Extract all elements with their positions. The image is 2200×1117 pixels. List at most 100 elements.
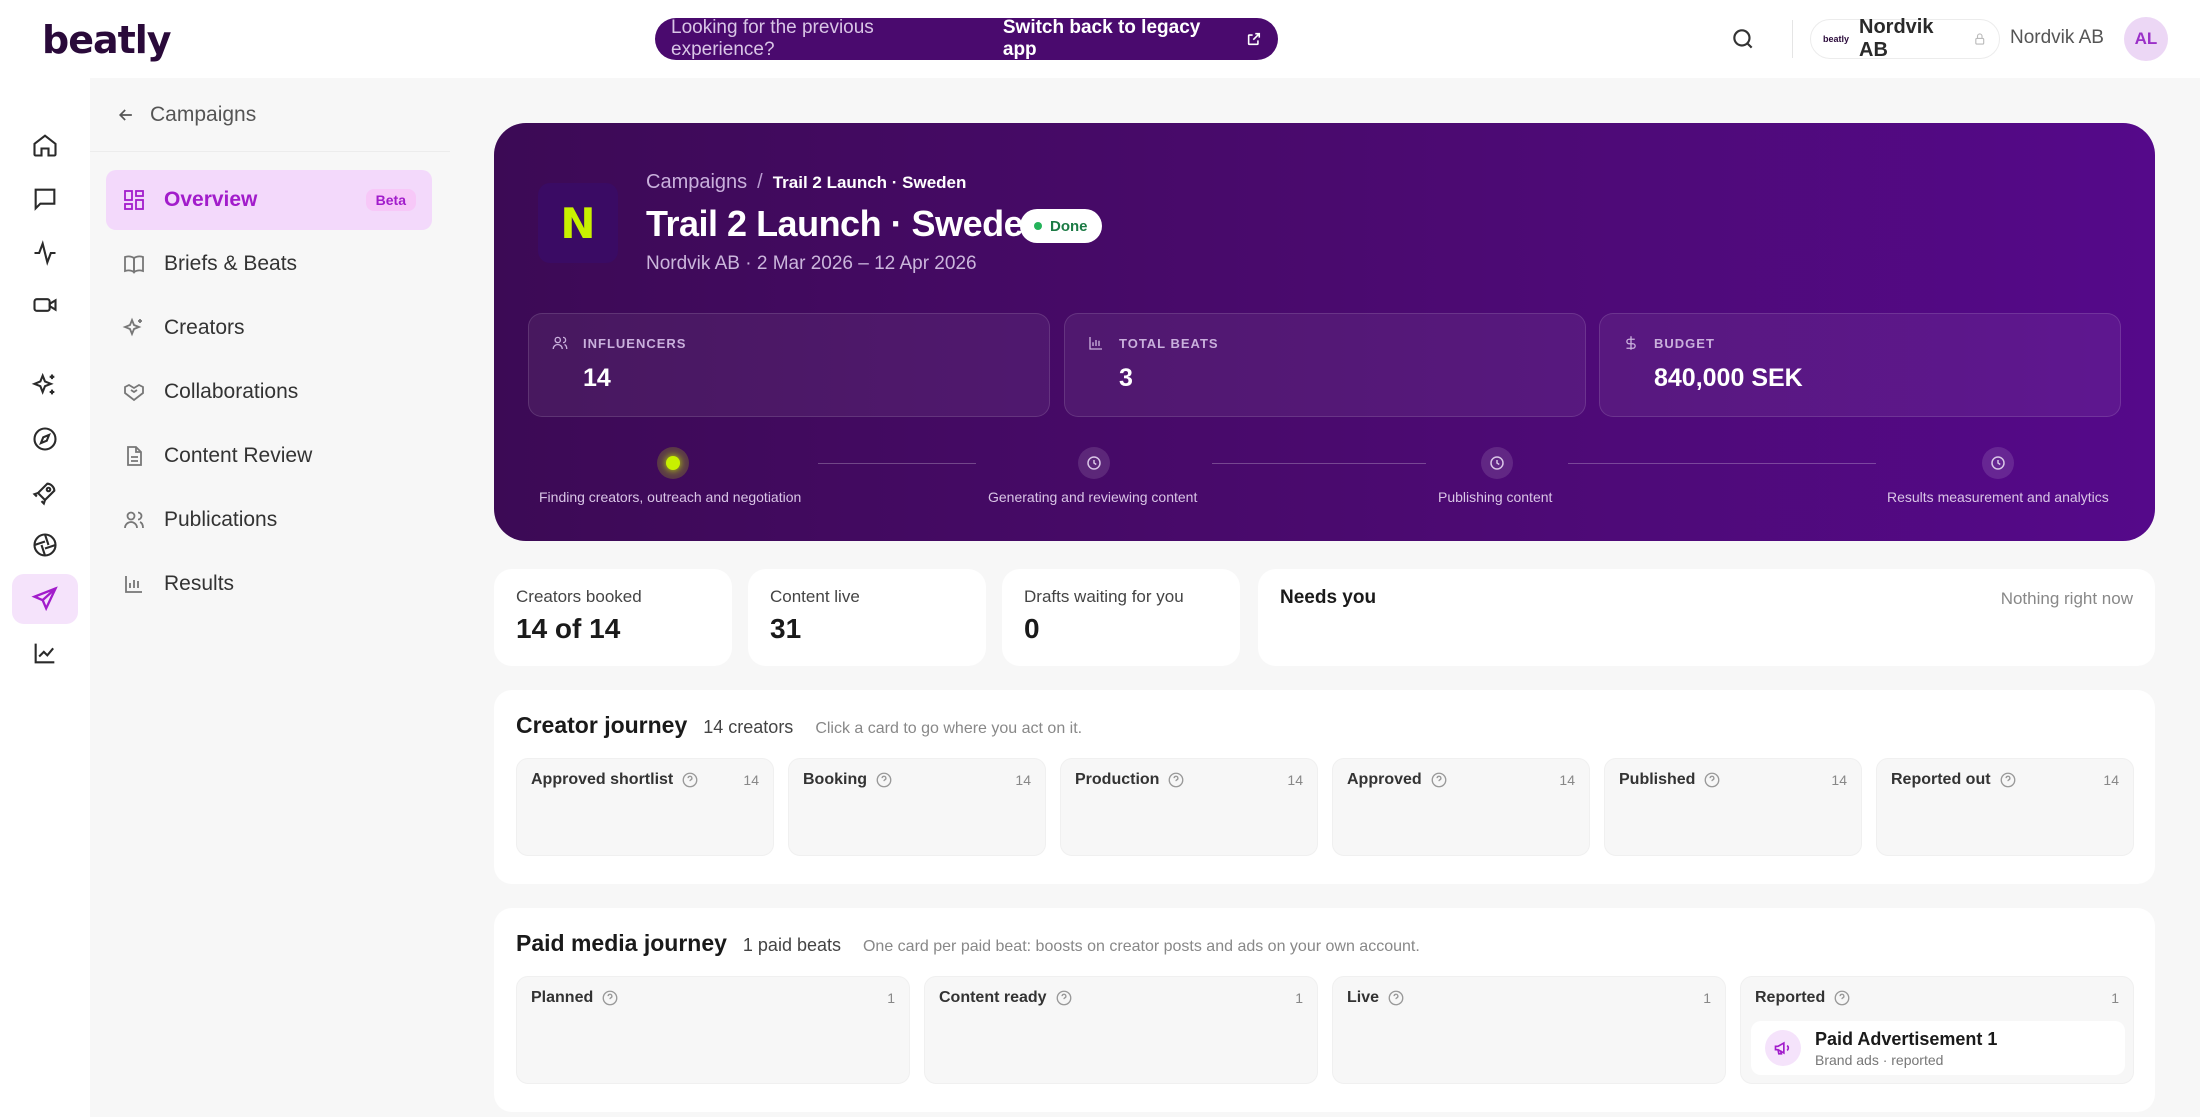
content-live-card[interactable]: Content live 31 bbox=[748, 569, 986, 666]
column-count: 14 bbox=[1559, 772, 1575, 788]
journey-column-booking[interactable]: Booking 14 bbox=[788, 758, 1046, 856]
rail-launch[interactable] bbox=[12, 468, 78, 518]
nav-creators[interactable]: Creators bbox=[106, 298, 432, 358]
rail-activity[interactable] bbox=[12, 228, 78, 278]
content-live-label: Content live bbox=[770, 587, 860, 606]
creator-journey-hint: Click a card to go where you act on it. bbox=[815, 720, 1083, 737]
rail-analytics[interactable] bbox=[12, 628, 78, 678]
breadcrumb-separator: / bbox=[757, 171, 763, 193]
nav-content-review[interactable]: Content Review bbox=[106, 426, 432, 486]
rail-ai[interactable] bbox=[12, 360, 78, 410]
journey-column-published[interactable]: Published 14 bbox=[1604, 758, 1862, 856]
nav-results[interactable]: Results bbox=[106, 554, 432, 614]
nav-collaborations[interactable]: Collaborations bbox=[106, 362, 432, 422]
help-icon[interactable] bbox=[1703, 771, 1721, 789]
step-generating-content bbox=[1078, 447, 1110, 479]
clock-icon bbox=[1991, 456, 2005, 470]
nav-creators-label: Creators bbox=[164, 316, 245, 339]
drafts-waiting-label: Drafts waiting for you bbox=[1024, 587, 1184, 606]
help-icon[interactable] bbox=[1055, 989, 1073, 1007]
campaign-meta: Nordvik AB · 2 Mar 2026 – 12 Apr 2026 bbox=[646, 253, 977, 274]
column-label: Reported bbox=[1755, 989, 1826, 1006]
org-switcher[interactable]: beatly Nordvik AB bbox=[1810, 16, 2000, 61]
clock-icon bbox=[1490, 456, 1504, 470]
send-icon bbox=[31, 586, 58, 612]
nav-publications-label: Publications bbox=[164, 508, 278, 531]
journey-column-reported-out[interactable]: Reported out 14 bbox=[1876, 758, 2134, 856]
paid-column-content-ready[interactable]: Content ready 1 bbox=[924, 976, 1318, 1084]
nav-overview[interactable]: Overview Beta bbox=[106, 170, 432, 230]
nav-publications[interactable]: Publications bbox=[106, 490, 432, 550]
icon-rail bbox=[0, 78, 90, 1117]
paid-column-live[interactable]: Live 1 bbox=[1332, 976, 1726, 1084]
column-count: 14 bbox=[1015, 772, 1031, 788]
paid-column-planned[interactable]: Planned 1 bbox=[516, 976, 910, 1084]
rail-video[interactable] bbox=[12, 280, 78, 330]
paid-beat-card[interactable]: Paid Advertisement 1 Brand ads · reporte… bbox=[1751, 1021, 2125, 1075]
users-icon bbox=[552, 336, 568, 350]
stat-total-beats-label: TOTAL BEATS bbox=[1119, 336, 1219, 351]
switch-legacy-link[interactable]: Switch back to legacy app bbox=[1003, 17, 1238, 61]
drafts-waiting-card[interactable]: Drafts waiting for you 0 bbox=[1002, 569, 1240, 666]
book-icon bbox=[124, 255, 144, 274]
nav-briefs-label: Briefs & Beats bbox=[164, 252, 298, 275]
help-icon[interactable] bbox=[1387, 989, 1405, 1007]
status-dot bbox=[1034, 222, 1042, 230]
user-avatar[interactable]: AL bbox=[2124, 17, 2168, 61]
column-header: Published 14 bbox=[1619, 771, 1847, 789]
stat-budget-value: 840,000 SEK bbox=[1654, 364, 1803, 392]
column-count: 14 bbox=[743, 772, 759, 788]
back-to-campaigns[interactable]: Campaigns bbox=[90, 78, 450, 152]
help-icon[interactable] bbox=[875, 771, 893, 789]
creators-booked-card[interactable]: Creators booked 14 of 14 bbox=[494, 569, 732, 666]
lock-icon bbox=[1975, 33, 1985, 45]
column-label: Production bbox=[1075, 771, 1160, 788]
stat-budget-label: BUDGET bbox=[1654, 336, 1715, 351]
step-label: Results measurement and analytics bbox=[1887, 489, 2109, 505]
journey-column-production[interactable]: Production 14 bbox=[1060, 758, 1318, 856]
nav-briefs-beats[interactable]: Briefs & Beats bbox=[106, 234, 432, 294]
beatly-logo[interactable]: beatly bbox=[42, 18, 172, 62]
chat-icon bbox=[34, 188, 56, 211]
journey-column-approved-shortlist[interactable]: Approved shortlist 14 bbox=[516, 758, 774, 856]
rail-campaigns[interactable] bbox=[12, 574, 78, 624]
help-icon[interactable] bbox=[1833, 989, 1851, 1007]
column-label: Published bbox=[1619, 771, 1696, 788]
rail-home[interactable] bbox=[12, 120, 78, 170]
bar-chart-icon bbox=[1089, 337, 1102, 350]
help-icon[interactable] bbox=[1999, 771, 2017, 789]
org-logo: beatly bbox=[1823, 34, 1850, 44]
column-header: Reported 1 bbox=[1755, 989, 2119, 1007]
step-finding-creators bbox=[657, 447, 689, 479]
column-count: 1 bbox=[1703, 990, 1711, 1006]
paid-column-reported[interactable]: Reported 1 Paid Advertisement 1 Brand ads… bbox=[1740, 976, 2134, 1084]
stat-total-beats: TOTAL BEATS 3 bbox=[1064, 313, 1586, 417]
paid-journey-hint: One card per paid beat: boosts on creato… bbox=[862, 938, 1420, 955]
creators-booked-value: 14 of 14 bbox=[516, 613, 621, 644]
step-connector bbox=[1568, 463, 1876, 464]
rail-aperture[interactable] bbox=[12, 520, 78, 570]
help-icon[interactable] bbox=[1167, 771, 1185, 789]
stat-influencers-label: INFLUENCERS bbox=[583, 336, 687, 351]
rail-messages[interactable] bbox=[12, 174, 78, 224]
search-icon[interactable] bbox=[1730, 26, 1756, 52]
header-divider bbox=[1792, 20, 1793, 58]
breadcrumb: Campaigns / Trail 2 Launch · Sweden bbox=[646, 171, 966, 194]
help-icon[interactable] bbox=[601, 989, 619, 1007]
campaign-brand-logo: N bbox=[538, 183, 618, 263]
chart-icon bbox=[34, 643, 55, 664]
legacy-banner[interactable]: Looking for the previous experience? Swi… bbox=[655, 17, 1278, 61]
page-title: Trail 2 Launch · Sweden bbox=[646, 203, 1045, 244]
step-label: Generating and reviewing content bbox=[988, 489, 1198, 505]
creators-booked-label: Creators booked bbox=[516, 587, 642, 606]
help-icon[interactable] bbox=[1430, 771, 1448, 789]
handshake-icon bbox=[124, 383, 144, 402]
help-icon[interactable] bbox=[681, 771, 699, 789]
legacy-banner-question: Looking for the previous experience? bbox=[671, 17, 874, 60]
rail-discover[interactable] bbox=[12, 414, 78, 464]
stat-budget: BUDGET 840,000 SEK bbox=[1599, 313, 2121, 417]
breadcrumb-campaigns[interactable]: Campaigns bbox=[646, 171, 747, 193]
journey-column-approved[interactable]: Approved 14 bbox=[1332, 758, 1590, 856]
top-bar: beatly Looking for the previous experien… bbox=[0, 0, 2200, 78]
megaphone-icon bbox=[1765, 1030, 1801, 1066]
